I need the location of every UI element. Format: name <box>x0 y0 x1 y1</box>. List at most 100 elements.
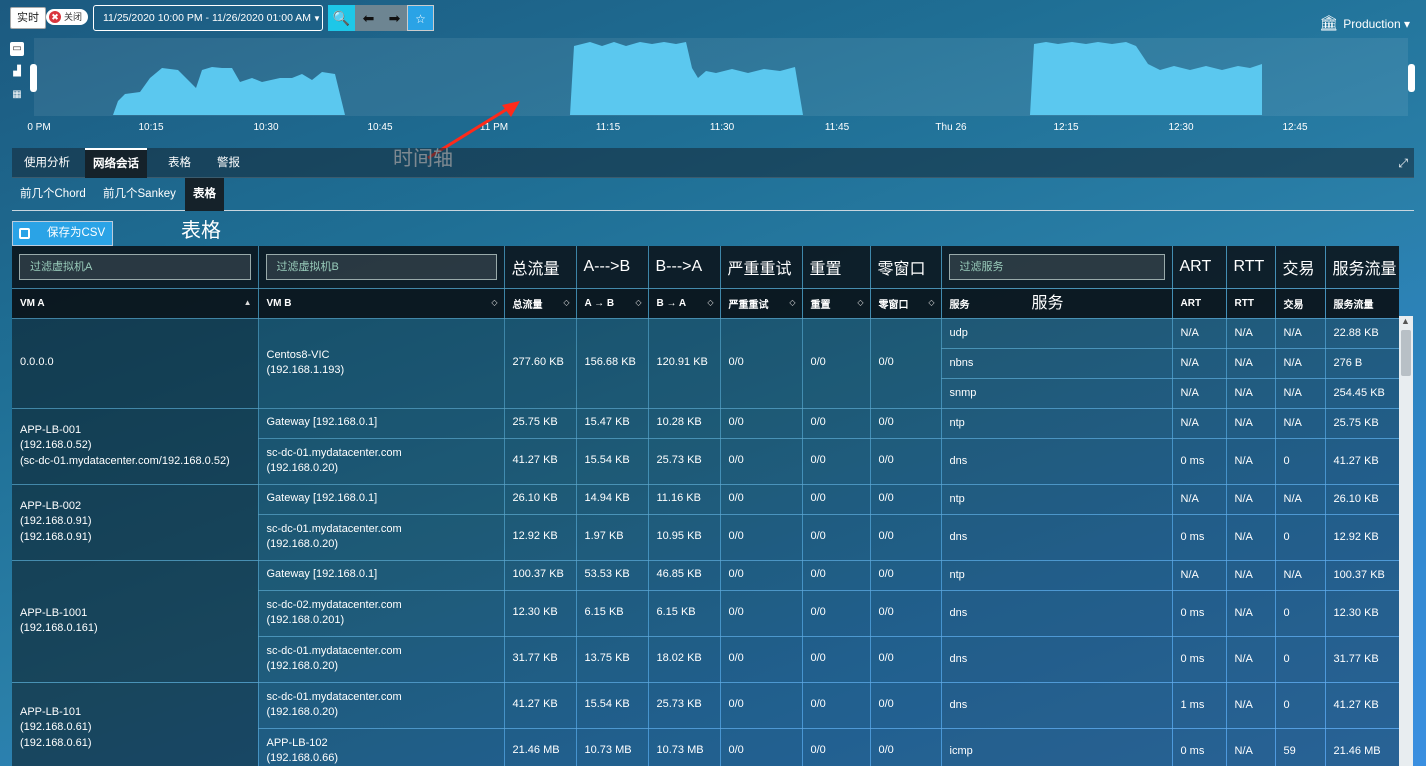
header-a-to-b[interactable]: A → B ◇ <box>576 288 649 319</box>
total-traffic-cell: 12.30 KB <box>504 590 577 637</box>
art-cell: N/A <box>1172 378 1227 409</box>
scroll-up-icon[interactable]: ▲ <box>1401 316 1410 326</box>
b-to-a-cell: 11.16 KB <box>648 484 721 515</box>
art-cell: 0 ms <box>1172 438 1227 485</box>
table-row[interactable]: APP-LB-101 (192.168.0.61) (192.168.0.61)… <box>12 682 1399 766</box>
realtime-button[interactable]: 实时 <box>10 7 46 29</box>
header-total[interactable]: 总流量 ◇ <box>504 288 577 319</box>
rtt-cell: N/A <box>1226 318 1276 349</box>
tab-network-sessions[interactable]: 网络会话 <box>85 148 147 178</box>
art-cell: N/A <box>1172 348 1227 379</box>
service-traffic-cell: 25.75 KB <box>1325 408 1399 439</box>
rtt-cell: N/A <box>1226 728 1276 766</box>
realtime-toggle[interactable]: ✖ 关闭 <box>46 9 88 25</box>
header-retrans[interactable]: 严重重试 ◇ <box>720 288 803 319</box>
transactions-cell: 59 <box>1275 728 1326 766</box>
rtt-cell: N/A <box>1226 378 1276 409</box>
art-cell: 0 ms <box>1172 728 1227 766</box>
vm-b-cell: sc-dc-01.mydatacenter.com (192.168.0.20) <box>258 682 505 729</box>
art-cell: N/A <box>1172 318 1227 349</box>
header-zero-window[interactable]: 零窗口 ◇ <box>870 288 942 319</box>
rtt-cell: N/A <box>1226 348 1276 379</box>
filter-label-zero-window: 零窗口 <box>870 246 942 289</box>
filter-vm-b-input[interactable] <box>265 253 497 280</box>
save-csv-button[interactable]: 保存为CSV <box>12 221 113 246</box>
rtt-cell: N/A <box>1226 636 1276 683</box>
filter-label-rtt: RTT <box>1226 246 1276 289</box>
timeline-tick-label: 11:30 <box>709 122 735 133</box>
filter-label-art: ART <box>1172 246 1227 289</box>
a-to-b-cell: 15.54 KB <box>576 438 649 485</box>
header-rtt[interactable]: RTT <box>1226 288 1276 319</box>
reset-cell: 0/0 <box>802 636 871 683</box>
service-traffic-cell: 12.92 KB <box>1325 514 1399 561</box>
timeline-chart[interactable] <box>0 38 1426 122</box>
b-to-a-cell: 10.73 MB <box>648 728 721 766</box>
sort-icon: ◇ <box>563 297 570 307</box>
production-menu[interactable]: 🏛 Production ▾ <box>1319 14 1410 32</box>
header-b-to-a[interactable]: B → A ◇ <box>648 288 721 319</box>
vm-a-cell: 0.0.0.0 <box>12 318 259 409</box>
retrans-cell: 0/0 <box>720 590 803 637</box>
header-reset[interactable]: 重置 ◇ <box>802 288 871 319</box>
header-service[interactable]: 服务 服务 <box>941 288 1173 319</box>
header-vm-a[interactable]: VM A ▲ <box>12 288 259 319</box>
bank-icon: 🏛 <box>1319 15 1339 32</box>
subtab-table[interactable]: 表格 <box>185 178 224 211</box>
total-traffic-cell: 41.27 KB <box>504 682 577 729</box>
filter-label-total: 总流量 <box>504 246 577 289</box>
expand-icon[interactable]: ⤢ <box>1398 156 1408 171</box>
filter-service-input[interactable] <box>948 253 1165 280</box>
art-cell: 0 ms <box>1172 590 1227 637</box>
total-traffic-cell: 100.37 KB <box>504 560 577 591</box>
favorite-button[interactable]: ☆ <box>407 5 434 31</box>
production-label: Production <box>1343 17 1401 31</box>
table-annotation: 表格 <box>181 220 221 242</box>
next-button[interactable]: ➡ <box>381 5 408 31</box>
table-row[interactable]: 0.0.0.0 Centos8-VIC (192.168.1.193) 277.60… <box>12 318 1399 409</box>
service-cell: dns <box>941 514 1173 561</box>
previous-button[interactable]: ⬅ <box>355 5 382 31</box>
tab-table[interactable]: 表格 <box>160 148 199 178</box>
filter-vm-a-input[interactable] <box>19 253 251 280</box>
art-cell: 0 ms <box>1172 636 1227 683</box>
table-scrollbar[interactable]: ▲ <box>1399 316 1413 766</box>
rtt-cell: N/A <box>1226 682 1276 729</box>
zoom-icon: 🔍 <box>332 10 351 26</box>
close-icon: ✖ <box>49 11 61 23</box>
filter-cell-vm-b <box>258 246 505 289</box>
header-svc-traffic[interactable]: 服务流量 <box>1325 288 1399 319</box>
table-row[interactable]: APP-LB-002 (192.168.0.91) (192.168.0.91)… <box>12 484 1399 561</box>
tab-alerts[interactable]: 警报 <box>209 148 248 178</box>
toggle-label: 关闭 <box>64 12 83 22</box>
total-traffic-cell: 41.27 KB <box>504 438 577 485</box>
tab-usage-analysis[interactable]: 使用分析 <box>16 148 78 178</box>
timeline-tick-label: 12:15 <box>1053 122 1079 133</box>
range-handle-right[interactable] <box>1408 64 1415 92</box>
vm-b-cell: sc-dc-01.mydatacenter.com (192.168.0.20) <box>258 438 505 485</box>
zero-window-cell: 0/0 <box>870 408 942 439</box>
reset-cell: 0/0 <box>802 484 871 515</box>
service-traffic-cell: 12.30 KB <box>1325 590 1399 637</box>
subtab-top-chord[interactable]: 前几个Chord <box>12 178 94 211</box>
vm-a-cell: APP-LB-1001 (192.168.0.161) <box>12 560 259 683</box>
range-handle-left[interactable] <box>30 64 37 92</box>
a-to-b-cell: 13.75 KB <box>576 636 649 683</box>
b-to-a-cell: 25.73 KB <box>648 438 721 485</box>
sort-icon: ◇ <box>789 297 796 307</box>
header-txn[interactable]: 交易 <box>1275 288 1326 319</box>
scroll-thumb[interactable] <box>1401 330 1411 376</box>
header-vm-b[interactable]: VM B ◇ <box>258 288 505 319</box>
retrans-cell: 0/0 <box>720 682 803 729</box>
header-art[interactable]: ART <box>1172 288 1227 319</box>
time-range-dropdown[interactable]: 11/25/2020 10:00 PM - 11/26/2020 01:00 A… <box>93 5 323 31</box>
subtab-top-sankey[interactable]: 前几个Sankey <box>95 178 184 211</box>
caret-down-icon: ▾ <box>1400 17 1410 31</box>
art-cell: 0 ms <box>1172 514 1227 561</box>
filter-label-retrans: 严重重试 <box>720 246 803 289</box>
table-row[interactable]: APP-LB-1001 (192.168.0.161) Gateway [192.… <box>12 560 1399 683</box>
vm-b-cell: Centos8-VIC (192.168.1.193) <box>258 318 505 409</box>
table-row[interactable]: APP-LB-001 (192.168.0.52) (sc-dc-01.myda… <box>12 408 1399 485</box>
zoom-button[interactable]: 🔍 <box>328 5 355 31</box>
b-to-a-cell: 6.15 KB <box>648 590 721 637</box>
